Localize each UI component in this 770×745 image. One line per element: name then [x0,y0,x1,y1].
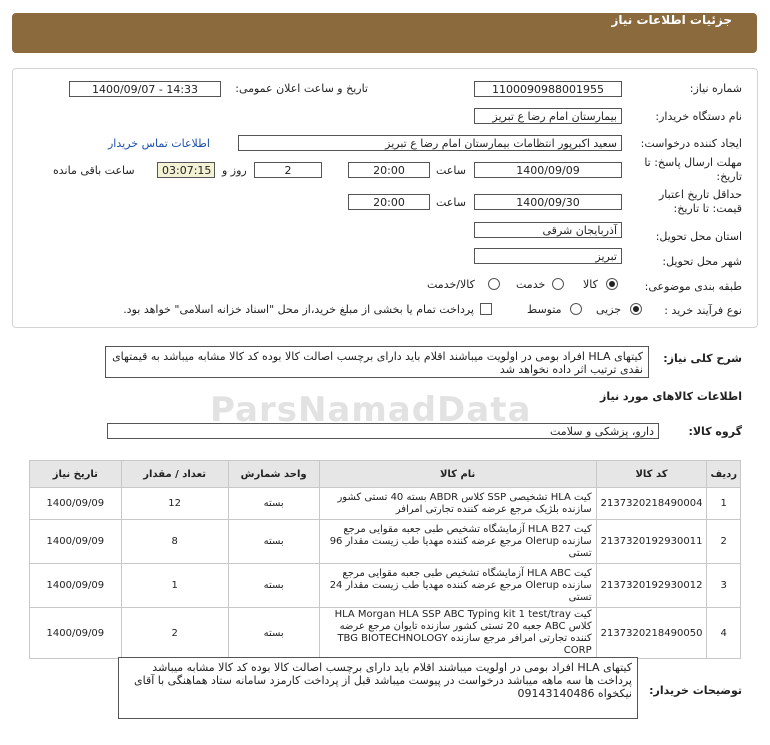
deadline-time-field: 20:00 [348,162,430,178]
row-name: کیت HLA تشخیصی SSP کلاس ABDR بسته 40 تست… [318,487,597,520]
validity-label-line1: حداقل تاریخ اعتبار [658,188,742,201]
row-unit: بسته [227,607,320,659]
buyer-notes-box: کیتهای HLA افراد بومی در اولویت میباشند … [118,657,638,719]
announce-field: 1400/09/07 - 14:33 [69,81,221,97]
validity-time-field: 20:00 [348,194,430,210]
province-label: استان محل تحویل: [655,230,742,243]
deadline-days-field: 2 [254,162,322,178]
category-label: طبقه بندی موضوعی: [644,280,742,293]
buyer-contact-link[interactable]: اطلاعات تماس خریدار [108,137,210,150]
row-code: 2137320218490050 [595,607,708,659]
deadline-label-line1: مهلت ارسال پاسخ: تا [644,156,742,169]
row-qty: 1 [120,563,229,608]
row-name: کیت HLA ABC آزمایشگاه تشخیص طبی جعبه مقو… [318,563,597,608]
validity-time-label: ساعت [436,196,466,209]
need-number-label: شماره نیاز: [689,82,742,95]
row-name: کیت HLA Morgan HLA SSP ABC Typing kit 1 … [318,607,597,659]
remaining-time-label: ساعت باقی مانده [53,164,135,177]
table-row: 2 2137320192930011 کیت HLA B27 آزمایشگاه… [29,519,741,564]
category-goods-label: کالا [583,278,598,291]
goods-section-title: اطلاعات کالاهای مورد نیاز [600,390,742,403]
row-code: 2137320192930011 [595,519,708,564]
deadline-time-label: ساعت [436,164,466,177]
row-date: 1400/09/09 [29,519,122,564]
row-index: 4 [706,607,741,659]
purchase-minor-label: جزیی [596,303,622,316]
table-row: 1 2137320218490004 کیت HLA تشخیصی SSP کل… [29,487,741,520]
buyer-notes-label: توضیحات خریدار: [649,684,742,697]
city-label: شهر محل تحویل: [662,255,742,268]
table-row: 3 2137320192930012 کیت HLA ABC آزمایشگاه… [29,563,741,608]
buyer-org-label: نام دستگاه خریدار: [655,110,742,123]
row-date: 1400/09/09 [29,487,122,520]
category-both-label: کالا/خدمت [427,278,475,291]
description-box: کیتهای HLA افراد بومی در اولویت میباشند … [105,346,649,378]
creator-field: سعید اکبرپور انتظامات بیمارستان امام رضا… [238,135,622,151]
goods-group-field: دارو، پزشکی و سلامت [107,423,659,439]
row-date: 1400/09/09 [29,607,122,659]
row-code: 2137320218490004 [595,487,708,520]
page-title: جزئیات اطلاعات نیاز [611,13,732,27]
row-unit: بسته [227,519,320,564]
city-field: تبریز [474,248,622,264]
deadline-date-field: 1400/09/09 [474,162,622,178]
row-qty: 12 [120,487,229,520]
category-both-radio[interactable] [488,278,500,290]
purchase-medium-radio[interactable] [570,303,582,315]
goods-table: ردیف کد کالا نام کالا واحد شمارش تعداد /… [29,460,741,659]
col-index: ردیف [706,460,741,488]
creator-label: ایجاد کننده درخواست: [640,137,742,150]
row-index: 1 [706,487,741,520]
category-service-label: خدمت [516,278,546,291]
remaining-time-field: 03:07:15 [157,162,215,178]
need-number-field: 1100090988001955 [474,81,622,97]
row-name: کیت HLA B27 آزمایشگاه تشخیص طبی جعبه مقو… [318,519,597,564]
announce-label: تاریخ و ساعت اعلان عمومی: [235,82,368,95]
validity-date-field: 1400/09/30 [474,194,622,210]
province-field: آذربایجان شرقی [474,222,622,238]
purchase-minor-radio[interactable] [630,303,642,315]
deadline-label-line2: تاریخ: [716,170,742,183]
row-date: 1400/09/09 [29,563,122,608]
row-qty: 8 [120,519,229,564]
purchase-medium-label: متوسط [527,303,562,316]
row-unit: بسته [227,563,320,608]
row-unit: بسته [227,487,320,520]
col-date: تاریخ نیاز [29,460,122,488]
goods-table-header: ردیف کد کالا نام کالا واحد شمارش تعداد /… [29,460,741,488]
treasury-note: پرداخت تمام یا بخشی از مبلغ خرید،از محل … [123,303,474,316]
row-qty: 2 [120,607,229,659]
buyer-org-field: بیمارستان امام رضا ع تبریز [474,108,622,124]
goods-group-label: گروه کالا: [688,425,742,438]
col-code: کد کالا [595,460,708,488]
col-unit: واحد شمارش [227,460,320,488]
description-label: شرح کلی نیاز: [663,352,742,365]
row-index: 2 [706,519,741,564]
col-qty: تعداد / مقدار [120,460,229,488]
validity-label-line2: قیمت: تا تاریخ: [673,202,742,215]
purchase-type-label: نوع فرآیند خرید : [664,304,742,317]
category-goods-radio[interactable] [606,278,618,290]
col-name: نام کالا [318,460,597,488]
treasury-checkbox[interactable] [480,303,492,315]
row-code: 2137320192930012 [595,563,708,608]
row-index: 3 [706,563,741,608]
table-row: 4 2137320218490050 کیت HLA Morgan HLA SS… [29,607,741,659]
category-service-radio[interactable] [552,278,564,290]
deadline-days-label: روز و [222,164,247,177]
